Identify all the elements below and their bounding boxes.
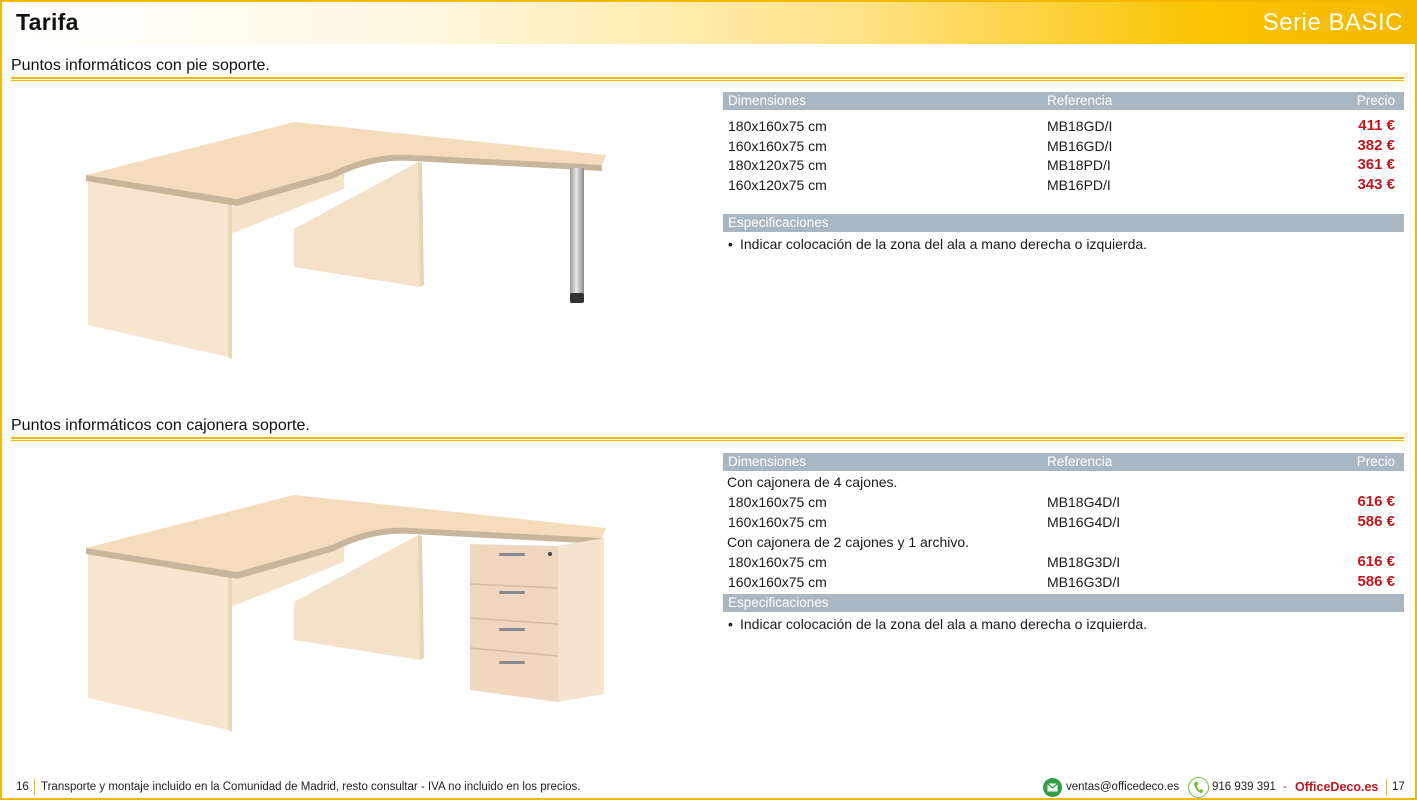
contact-email[interactable]: ventas@officedeco.es (1066, 781, 1179, 793)
specification-text: Indicar colocación de la zona del ala a … (740, 616, 1148, 632)
header-reference: Referencia (1047, 93, 1113, 108)
specifications-label: Especificaciones (728, 595, 829, 610)
row-dimensions: 160x160x75 cm (728, 513, 827, 530)
table-header: Dimensiones Referencia Precio (723, 92, 1404, 110)
desk-with-drawers-image (86, 495, 606, 732)
price-table-pie-soporte: Dimensiones Referencia Precio 180x160x75… (723, 92, 1404, 254)
table-row: 180x160x75 cm MB18GD/I 411 € (723, 116, 1404, 136)
table-row: 160x160x75 cm MB16GD/I 382 € (723, 136, 1404, 156)
table-row: 160x160x75 cm MB16G4D/I 586 € (723, 512, 1404, 532)
bullet-icon: • (728, 616, 733, 632)
series-title: Serie BASIC (1262, 9, 1403, 36)
bullet-icon: • (728, 236, 733, 252)
price-table-cajonera-soporte: Dimensiones Referencia Precio Con cajone… (723, 453, 1404, 634)
row-price: 586 € (1357, 512, 1395, 530)
page-footer: 16 Transporte y montaje incluido en la C… (2, 777, 1415, 799)
header-dimensions: Dimensiones (728, 454, 807, 469)
footer-divider (1386, 779, 1387, 795)
page-header: Tarifa Serie BASIC (2, 2, 1415, 44)
header-price: Precio (1356, 454, 1395, 469)
specification-item: • Indicar colocación de la zona del ala … (723, 612, 1404, 634)
table-row: 180x120x75 cm MB18PD/I 361 € (723, 155, 1404, 175)
section-title-cajonera-soporte: Puntos informáticos con cajonera soporte… (11, 417, 310, 434)
row-price: 586 € (1357, 572, 1395, 590)
row-reference: MB18G4D/I (1047, 494, 1121, 510)
row-reference: MB16G3D/I (1047, 573, 1121, 590)
header-price: Precio (1356, 93, 1395, 108)
row-reference: MB18PD/I (1047, 157, 1111, 173)
row-price: 361 € (1357, 156, 1395, 173)
row-price: 382 € (1357, 136, 1395, 154)
row-dimensions: 180x160x75 cm (728, 494, 827, 510)
section-divider (11, 437, 1404, 441)
row-dimensions: 160x120x75 cm (728, 176, 827, 193)
page-number-left: 16 (16, 781, 29, 793)
row-reference: MB16PD/I (1047, 176, 1111, 193)
phone-icon (1188, 777, 1209, 798)
specification-item: • Indicar colocación de la zona del ala … (723, 232, 1404, 254)
row-price: 411 € (1358, 117, 1395, 134)
table-group-label: Con cajonera de 4 cajones. (723, 471, 1404, 492)
desk-with-leg-image (86, 122, 606, 359)
specifications-label: Especificaciones (728, 215, 829, 230)
row-dimensions: 160x160x75 cm (728, 573, 827, 590)
row-reference: MB16GD/I (1047, 137, 1113, 154)
page-number-right: 17 (1392, 781, 1405, 793)
row-price: 343 € (1357, 175, 1395, 193)
contact-phone[interactable]: 916 939 391 (1212, 781, 1276, 793)
email-icon (1043, 778, 1062, 797)
table-group-label: Con cajonera de 2 cajones y 1 archivo. (723, 531, 1404, 552)
specifications-header: Especificaciones (723, 594, 1404, 612)
row-dimensions: 160x160x75 cm (728, 137, 827, 154)
table-header: Dimensiones Referencia Precio (723, 453, 1404, 471)
footer-divider (34, 779, 35, 795)
group-label-text: Con cajonera de 4 cajones. (727, 474, 898, 490)
header-dimensions: Dimensiones (728, 93, 807, 108)
header-reference: Referencia (1047, 454, 1113, 469)
group-label-text: Con cajonera de 2 cajones y 1 archivo. (727, 534, 970, 550)
brand-link[interactable]: OfficeDeco.es (1295, 780, 1378, 794)
row-dimensions: 180x160x75 cm (728, 554, 827, 570)
footer-note: Transporte y montaje incluido en la Comu… (41, 781, 581, 793)
footer-dash: - (1283, 781, 1287, 793)
row-reference: MB16G4D/I (1047, 513, 1121, 530)
table-row: 180x160x75 cm MB18G4D/I 616 € (723, 492, 1404, 512)
row-price: 616 € (1357, 493, 1395, 510)
row-dimensions: 180x160x75 cm (728, 118, 827, 134)
specification-text: Indicar colocación de la zona del ala a … (740, 236, 1148, 252)
table-row: 160x120x75 cm MB16PD/I 343 € (723, 175, 1404, 195)
row-reference: MB18G3D/I (1047, 554, 1121, 570)
table-row: 160x160x75 cm MB16G3D/I 586 € (723, 572, 1404, 592)
specifications-header: Especificaciones (723, 214, 1404, 232)
section-title-pie-soporte: Puntos informáticos con pie soporte. (11, 57, 270, 74)
page-title: Tarifa (16, 9, 79, 35)
table-row: 180x160x75 cm MB18G3D/I 616 € (723, 552, 1404, 572)
row-reference: MB18GD/I (1047, 118, 1113, 134)
row-price: 616 € (1357, 553, 1395, 570)
section-divider (11, 77, 1404, 81)
catalog-page: Tarifa Serie BASIC Puntos informáticos c… (0, 0, 1417, 800)
row-dimensions: 180x120x75 cm (728, 157, 827, 173)
